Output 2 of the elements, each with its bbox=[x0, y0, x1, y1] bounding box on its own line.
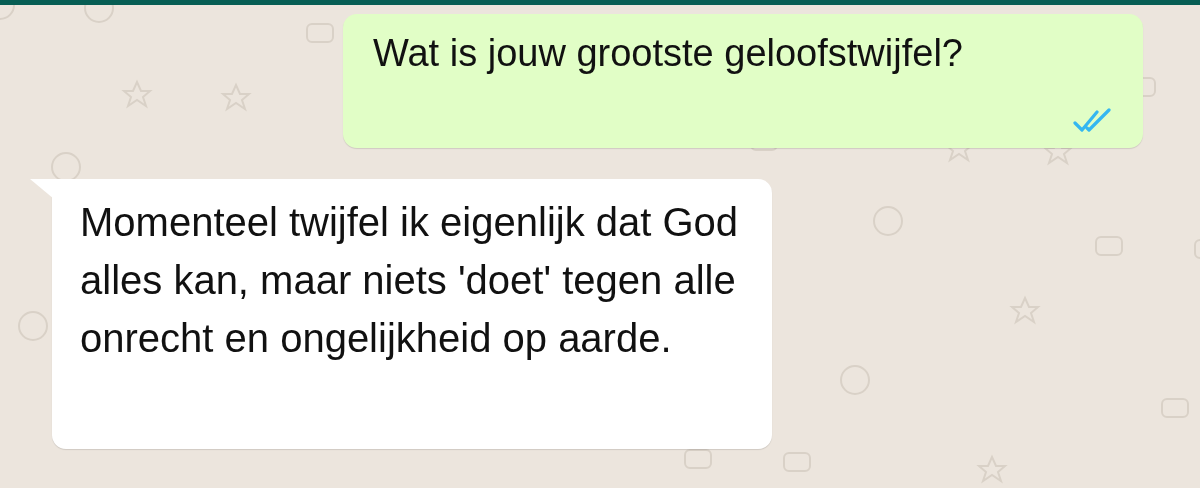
message-text: Wat is jouw grootste geloofstwijfel? bbox=[373, 31, 964, 76]
message-text: Momenteel twijfel ik eigenlijk dat God alles kan, maar niets 'doet' tegen alle onrecht en ongelijkheid op aarde. bbox=[80, 200, 739, 360]
